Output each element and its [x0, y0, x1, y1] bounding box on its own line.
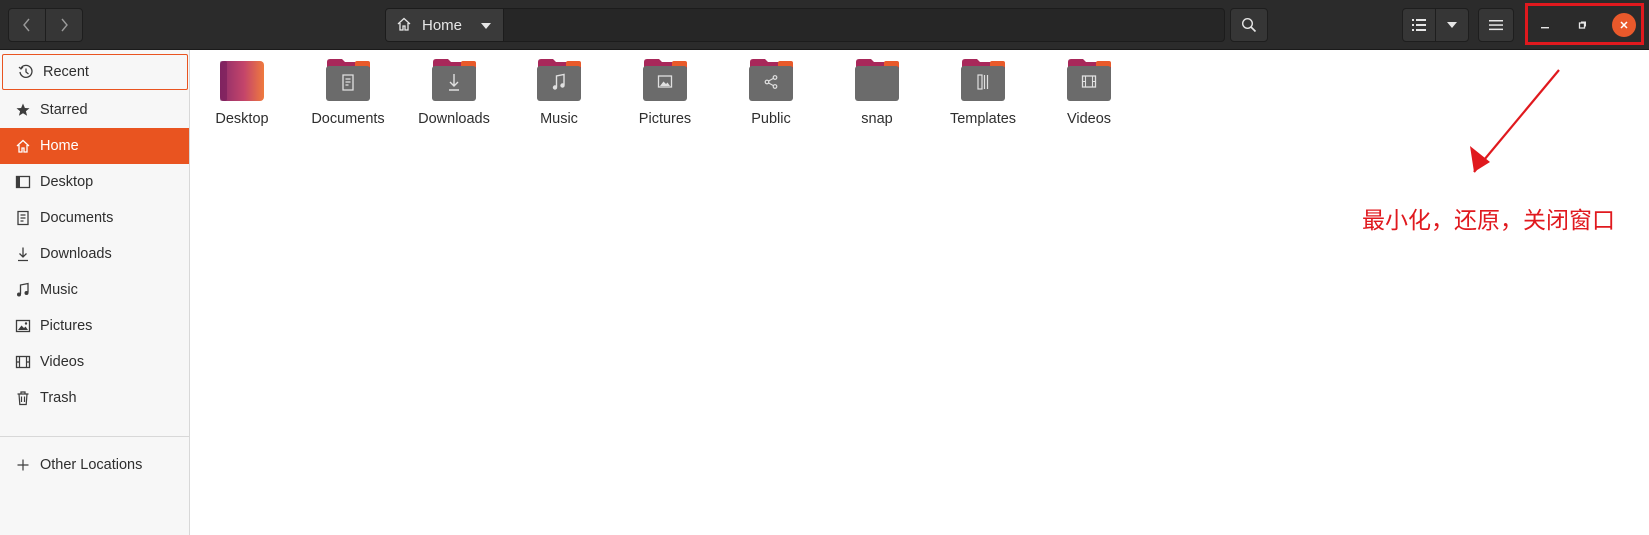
public-folder-icon	[747, 58, 795, 105]
home-icon	[15, 138, 31, 154]
folder-label: Desktop	[215, 111, 269, 127]
sidebar-item-label: Starred	[40, 102, 88, 118]
caret-down-icon[interactable]	[480, 17, 492, 33]
annotation-highlight-box	[1525, 3, 1644, 45]
folder-item-downloads[interactable]: Downloads	[402, 58, 506, 134]
folder-item-templates[interactable]: Templates	[931, 58, 1035, 134]
picture-icon	[15, 318, 31, 334]
downloads-folder-icon	[430, 58, 478, 105]
folder-label: Public	[751, 111, 791, 127]
folder-item-public[interactable]: Public	[719, 58, 823, 134]
folder-label: Pictures	[638, 111, 692, 127]
header-bar: Home	[0, 0, 1649, 50]
sidebar-item-label: Other Locations	[40, 457, 143, 473]
folder-label: Documents	[311, 111, 385, 127]
chevron-left-icon	[22, 17, 32, 33]
caret-down-icon	[1446, 21, 1458, 29]
sidebar-divider	[0, 436, 189, 437]
annotation-arrow	[1470, 69, 1560, 173]
folder-label: Templates	[949, 111, 1017, 127]
music-icon	[15, 282, 31, 298]
search-icon	[1241, 17, 1257, 33]
sidebar-item-pictures[interactable]: Pictures	[0, 308, 189, 344]
star-icon	[15, 102, 31, 118]
desktop-folder-icon	[218, 58, 266, 105]
sidebar-item-starred[interactable]: Starred	[0, 92, 189, 128]
folder-label: Videos	[1066, 111, 1112, 127]
folder-item-videos[interactable]: Videos	[1037, 58, 1141, 134]
hamburger-menu-icon	[1489, 19, 1503, 31]
list-view-button[interactable]	[1402, 8, 1436, 42]
forward-button[interactable]	[45, 8, 83, 42]
sidebar-item-label: Home	[40, 138, 79, 154]
sidebar: Recent Starred Home Desktop Documents Do…	[0, 50, 190, 535]
search-button[interactable]	[1230, 8, 1268, 42]
sidebar-item-documents[interactable]: Documents	[0, 200, 189, 236]
sidebar-item-label: Pictures	[40, 318, 93, 334]
folder-item-snap[interactable]: snap	[825, 58, 929, 134]
sidebar-item-desktop[interactable]: Desktop	[0, 164, 189, 200]
folder-label: snap	[861, 111, 893, 127]
videos-folder-icon	[1065, 58, 1113, 105]
sidebar-item-label: Desktop	[40, 174, 94, 190]
folder-item-music[interactable]: Music	[507, 58, 611, 134]
sidebar-item-recent[interactable]: Recent	[2, 54, 188, 90]
sidebar-item-videos[interactable]: Videos	[0, 344, 189, 380]
documents-folder-icon	[324, 58, 372, 105]
trash-icon	[15, 390, 31, 406]
view-options-button[interactable]	[1435, 8, 1469, 42]
sidebar-item-downloads[interactable]: Downloads	[0, 236, 189, 272]
sidebar-item-other-locations[interactable]: Other Locations	[0, 447, 189, 483]
folder-label: Downloads	[418, 111, 490, 127]
clock-icon	[18, 64, 34, 80]
home-icon	[396, 16, 412, 35]
music-folder-icon	[535, 58, 583, 105]
video-icon	[15, 354, 31, 370]
folder-item-desktop[interactable]: Desktop	[190, 58, 294, 134]
sidebar-item-label: Downloads	[40, 246, 112, 262]
sidebar-item-label: Music	[40, 282, 78, 298]
path-bar: Home	[385, 8, 1225, 42]
sidebar-item-label: Documents	[40, 210, 114, 226]
sidebar-item-music[interactable]: Music	[0, 272, 189, 308]
download-icon	[15, 246, 31, 262]
desktop-icon	[15, 174, 31, 190]
folder-label: Music	[540, 111, 578, 127]
back-button[interactable]	[8, 8, 46, 42]
document-icon	[15, 210, 31, 226]
plus-icon	[15, 457, 31, 473]
file-view: Desktop Documents Downloads Music Pictur…	[190, 50, 1649, 535]
annotation-text: 最小化，还原，关闭窗口	[1362, 208, 1615, 234]
folder-item-pictures[interactable]: Pictures	[613, 58, 717, 134]
list-view-icon	[1411, 18, 1427, 32]
sidebar-item-label: Trash	[40, 390, 77, 406]
sidebar-item-label: Videos	[40, 354, 85, 370]
templates-folder-icon	[959, 58, 1007, 105]
folder-item-documents[interactable]: Documents	[296, 58, 400, 134]
sidebar-item-trash[interactable]: Trash	[0, 380, 189, 416]
path-label: Home	[422, 16, 463, 34]
menu-button[interactable]	[1478, 8, 1514, 42]
pictures-folder-icon	[641, 58, 689, 105]
path-home-button[interactable]: Home	[386, 9, 504, 41]
folder-icon	[853, 58, 901, 105]
chevron-right-icon	[59, 17, 69, 33]
sidebar-item-home[interactable]: Home	[0, 128, 189, 164]
sidebar-item-label: Recent	[43, 64, 89, 80]
